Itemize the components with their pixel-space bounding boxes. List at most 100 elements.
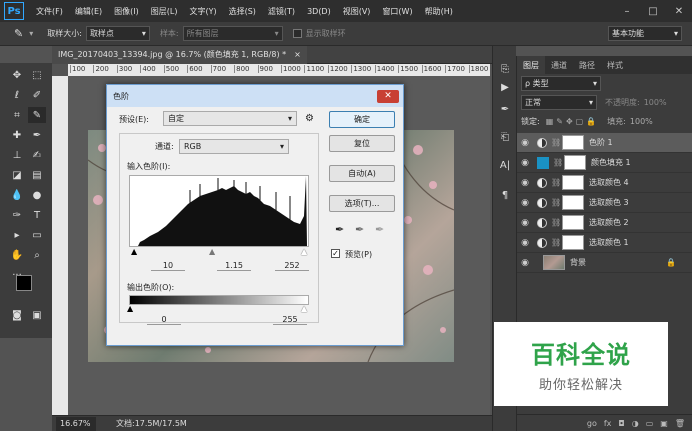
layer-mask-thumbnail[interactable] xyxy=(562,235,584,250)
tab-layers[interactable]: 图层 xyxy=(517,56,545,74)
document-tab[interactable]: IMG_20170403_13394.jpg @ 16.7% (颜色填充 1, … xyxy=(52,45,307,64)
menu-select[interactable]: 选择(S) xyxy=(223,6,262,17)
menu-window[interactable]: 窗口(W) xyxy=(376,6,418,17)
input-black-field[interactable]: 10 xyxy=(151,261,185,271)
menu-3d[interactable]: 3D(D) xyxy=(301,7,337,16)
dodge-tool-icon[interactable]: ● xyxy=(28,187,46,203)
menu-file[interactable]: 文件(F) xyxy=(30,6,69,17)
blend-mode-select[interactable]: 正常 ▾ xyxy=(521,95,597,110)
eye-icon[interactable]: ◉ xyxy=(517,238,533,248)
shape-tool-icon[interactable]: ▭ xyxy=(28,227,46,243)
eraser-tool-icon[interactable]: ◪ xyxy=(8,167,26,183)
eye-icon[interactable]: ◉ xyxy=(517,178,533,188)
eyedropper-tool-icon[interactable]: ✎ xyxy=(28,107,46,123)
screen-mode-icon[interactable]: ▣ xyxy=(28,307,46,323)
preset-select[interactable]: 自定 ▾ xyxy=(163,111,297,126)
sample-select[interactable]: 所有图层 ▾ xyxy=(182,26,283,41)
brush-tool-icon[interactable]: ✒ xyxy=(28,127,46,143)
foreground-color-swatch[interactable] xyxy=(16,275,32,291)
show-ring-checkbox[interactable] xyxy=(292,29,302,38)
link-layers-icon[interactable]: go xyxy=(587,419,597,428)
chevron-down-icon[interactable]: ▾ xyxy=(29,29,33,38)
menu-edit[interactable]: 编辑(E) xyxy=(69,6,108,17)
layer-row[interactable]: ◉ ⛓ 选取颜色 2 xyxy=(517,213,692,233)
output-white-field[interactable]: 255 xyxy=(273,315,307,325)
layer-filter-select[interactable]: ρ 类型 ▾ xyxy=(521,76,601,91)
auto-button[interactable]: 自动(A) xyxy=(329,165,395,182)
clone-stamp-tool-icon[interactable]: ⊥ xyxy=(8,147,26,163)
fill-value[interactable]: 100% xyxy=(630,117,653,126)
marquee-tool-icon[interactable]: ⬚ xyxy=(28,67,46,83)
move-tool-icon[interactable]: ✥ xyxy=(8,67,26,83)
layer-mask-thumbnail[interactable] xyxy=(562,215,584,230)
paragraph-panel-icon[interactable]: ¶ xyxy=(498,188,512,202)
channel-select[interactable]: RGB ▾ xyxy=(179,139,289,154)
new-layer-icon[interactable]: ▣ xyxy=(660,419,668,428)
dialog-titlebar[interactable]: 色阶 ✕ xyxy=(107,85,403,107)
lasso-tool-icon[interactable]: ℓ xyxy=(8,87,26,103)
close-window-button[interactable]: ✕ xyxy=(666,0,692,22)
type-tool-icon[interactable]: T xyxy=(28,207,46,223)
dialog-close-button[interactable]: ✕ xyxy=(377,89,399,103)
preview-checkbox[interactable]: ✓ xyxy=(331,249,340,258)
layer-row[interactable]: ◉ ⛓ 色阶 1 xyxy=(517,133,692,153)
menu-help[interactable]: 帮助(H) xyxy=(419,6,459,17)
ok-button[interactable]: 确定 xyxy=(329,111,395,128)
tab-paths[interactable]: 路径 xyxy=(573,56,601,74)
history-panel-icon[interactable]: ⎘ xyxy=(498,62,512,76)
sample-size-select[interactable]: 取样点 ▾ xyxy=(85,26,150,41)
tab-styles[interactable]: 样式 xyxy=(601,56,629,74)
history-brush-tool-icon[interactable]: ✍ xyxy=(28,147,46,163)
eye-icon[interactable]: ◉ xyxy=(517,138,533,148)
fx-icon[interactable]: fx xyxy=(604,419,612,428)
gray-point-eyedropper-icon[interactable]: ✒ xyxy=(355,223,364,236)
layer-row[interactable]: ◉ ⛓ 选取颜色 3 xyxy=(517,193,692,213)
eye-icon[interactable]: ◉ xyxy=(517,158,533,168)
input-gamma-field[interactable]: 1.15 xyxy=(217,261,251,271)
menu-type[interactable]: 文字(Y) xyxy=(183,6,222,17)
background-thumbnail[interactable] xyxy=(543,255,565,270)
trash-icon[interactable]: 🗑 xyxy=(675,419,685,428)
adjustment-layer-icon[interactable]: ◑ xyxy=(632,419,639,428)
zoom-field[interactable]: 16.67% xyxy=(56,416,96,431)
close-tab-icon[interactable]: × xyxy=(294,50,301,59)
play-actions-icon[interactable]: ▶ xyxy=(498,80,512,94)
opacity-value[interactable]: 100% xyxy=(644,98,667,107)
character-panel-icon[interactable]: A| xyxy=(498,158,512,172)
workspace-select[interactable]: 基本功能 ▾ xyxy=(608,26,682,41)
layer-mask-thumbnail[interactable] xyxy=(564,155,586,170)
menu-filter[interactable]: 滤镜(T) xyxy=(262,6,301,17)
clone-source-icon[interactable]: ⎗ xyxy=(498,130,512,144)
output-black-slider[interactable]: ▲ xyxy=(127,304,133,313)
add-mask-icon[interactable]: ◘ xyxy=(618,419,624,428)
layer-row[interactable]: ◉ ⛓ 选取颜色 1 xyxy=(517,233,692,253)
input-black-slider[interactable]: ▲ xyxy=(131,247,137,256)
blur-tool-icon[interactable]: 💧 xyxy=(8,187,26,203)
menu-view[interactable]: 视图(V) xyxy=(337,6,377,17)
eyedropper-tool-preset-icon[interactable]: ✎ xyxy=(14,27,23,40)
menu-image[interactable]: 图像(I) xyxy=(108,6,145,17)
tab-channels[interactable]: 通道 xyxy=(545,56,573,74)
preset-options-gear-icon[interactable]: ⚙ xyxy=(305,113,314,124)
layer-mask-thumbnail[interactable] xyxy=(562,175,584,190)
crop-tool-icon[interactable]: ⌗ xyxy=(8,107,26,123)
input-white-slider[interactable]: ▲ xyxy=(301,247,307,256)
maximize-button[interactable]: □ xyxy=(640,0,666,22)
healing-brush-tool-icon[interactable]: ✚ xyxy=(8,127,26,143)
output-white-slider[interactable]: ▲ xyxy=(301,304,307,313)
layer-mask-thumbnail[interactable] xyxy=(562,195,584,210)
gradient-tool-icon[interactable]: ▤ xyxy=(28,167,46,183)
hand-tool-icon[interactable]: ✋ xyxy=(8,247,26,263)
options-button[interactable]: 选项(T)... xyxy=(329,195,395,212)
eye-icon[interactable]: ◉ xyxy=(517,218,533,228)
layer-row[interactable]: ◉ ⛓ 颜色填充 1 xyxy=(517,153,692,173)
minimize-button[interactable]: – xyxy=(614,0,640,22)
black-point-eyedropper-icon[interactable]: ✒ xyxy=(335,223,344,236)
brush-panel-icon[interactable]: ✒ xyxy=(498,102,512,116)
white-point-eyedropper-icon[interactable]: ✒ xyxy=(375,223,384,236)
layer-row[interactable]: ◉ ⛓ 选取颜色 4 xyxy=(517,173,692,193)
lock-icons[interactable]: ▦✎✥▢🔒 xyxy=(546,117,599,126)
input-gamma-slider[interactable]: ▲ xyxy=(209,247,215,256)
zoom-tool-icon[interactable]: ⌕ xyxy=(28,247,46,263)
eye-icon[interactable]: ◉ xyxy=(517,198,533,208)
